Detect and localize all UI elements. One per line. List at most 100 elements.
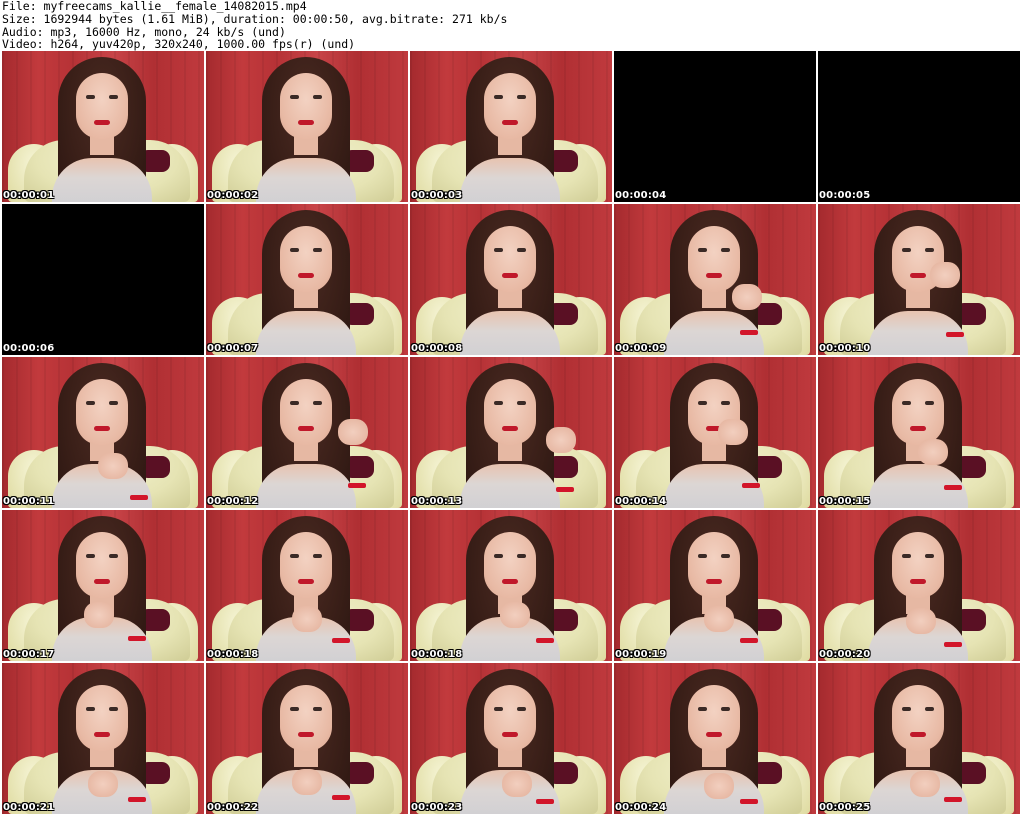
thumbnail-eye-r xyxy=(109,401,118,405)
video-thumbnail: 00:00:11 xyxy=(2,357,204,508)
thumbnail-lips xyxy=(910,732,926,737)
thumbnail-hand xyxy=(292,606,322,632)
thumbnail-lips xyxy=(502,426,518,431)
thumbnail-face xyxy=(76,73,128,139)
thumbnail-hand xyxy=(88,771,118,797)
file-info-header: File: myfreecams_kallie__female_14082015… xyxy=(2,0,1022,51)
file-name-line: File: myfreecams_kallie__female_14082015… xyxy=(2,0,307,13)
thumbnail-bracelet xyxy=(556,487,574,492)
thumbnail-eye-r xyxy=(925,248,934,252)
thumbnail-bracelet xyxy=(128,797,146,802)
thumbnail-face xyxy=(280,226,332,292)
timestamp-label: 00:00:18 xyxy=(207,649,259,660)
video-thumbnail: 00:00:24 xyxy=(614,663,816,814)
thumbnail-bracelet xyxy=(740,330,758,335)
thumbnail-face xyxy=(484,532,536,598)
thumbnail-hand xyxy=(84,602,114,628)
timestamp-label: 00:00:13 xyxy=(411,496,463,507)
thumbnail-bracelet xyxy=(740,638,758,643)
timestamp-label: 00:00:01 xyxy=(3,190,55,201)
thumbnail-lips xyxy=(298,732,314,737)
thumbnail-bracelet xyxy=(536,638,554,643)
thumbnail-eye-l xyxy=(290,707,299,711)
thumbnail-eye-r xyxy=(721,248,730,252)
thumbnail-face xyxy=(484,685,536,751)
thumbnail-eye-r xyxy=(109,554,118,558)
timestamp-label: 00:00:23 xyxy=(411,802,463,813)
timestamp-label: 00:00:12 xyxy=(207,496,259,507)
file-size-line: Size: 1692944 bytes (1.61 MiB), duration… xyxy=(2,11,508,26)
timestamp-label: 00:00:21 xyxy=(3,802,55,813)
video-info-line: Video: h264, yuv420p, 320x240, 1000.00 f… xyxy=(2,37,356,52)
thumbnail-face xyxy=(76,685,128,751)
timestamp-label: 00:00:10 xyxy=(819,343,871,354)
thumbnail-lips xyxy=(298,426,314,431)
thumbnail-lips xyxy=(706,273,722,278)
thumbnail-eye-l xyxy=(494,707,503,711)
thumbnail-hand xyxy=(718,419,748,445)
video-thumbnail: 00:00:19 xyxy=(614,510,816,661)
thumbnail-hand xyxy=(930,262,960,288)
thumbnail-hand xyxy=(338,419,368,445)
thumbnail-eye-l xyxy=(86,554,95,558)
thumbnail-face xyxy=(280,685,332,751)
thumbnail-eye-r xyxy=(721,554,730,558)
thumbnail-eye-r xyxy=(313,707,322,711)
video-thumbnail: 00:00:03 xyxy=(410,51,612,202)
thumbnail-bracelet xyxy=(944,642,962,647)
thumbnail-eye-l xyxy=(86,401,95,405)
thumbnail-face xyxy=(280,73,332,139)
video-thumbnail: 00:00:18 xyxy=(410,510,612,661)
thumbnail-face xyxy=(280,379,332,445)
thumbnail-eye-l xyxy=(290,95,299,99)
video-thumbnail: 00:00:07 xyxy=(206,204,408,355)
thumbnail-eye-r xyxy=(925,707,934,711)
thumbnail-eye-l xyxy=(902,707,911,711)
thumbnail-bracelet xyxy=(944,797,962,802)
thumbnail-lips xyxy=(94,120,110,125)
thumbnail-eye-r xyxy=(721,707,730,711)
video-thumbnail: 00:00:15 xyxy=(818,357,1020,508)
video-thumbnail: 00:00:09 xyxy=(614,204,816,355)
video-thumbnail: 00:00:21 xyxy=(2,663,204,814)
thumbnail-lips xyxy=(502,120,518,125)
thumbnail-hand xyxy=(704,773,734,799)
video-thumbnail: 00:00:01 xyxy=(2,51,204,202)
thumbnail-eye-r xyxy=(109,707,118,711)
thumbnail-face xyxy=(892,685,944,751)
thumbnail-bracelet xyxy=(946,332,964,337)
thumbnail-eye-l xyxy=(290,401,299,405)
thumbnail-lips xyxy=(910,273,926,278)
thumbnail-bracelet xyxy=(348,483,366,488)
thumbnail-hand xyxy=(500,602,530,628)
thumbnail-face xyxy=(76,379,128,445)
thumbnail-face xyxy=(484,379,536,445)
timestamp-label: 00:00:17 xyxy=(3,649,55,660)
thumbnail-face xyxy=(76,532,128,598)
thumbnail-lips xyxy=(502,579,518,584)
timestamp-label: 00:00:09 xyxy=(615,343,667,354)
thumbnail-hand xyxy=(292,769,322,795)
thumbnail-bracelet xyxy=(128,636,146,641)
video-thumbnail: 00:00:10 xyxy=(818,204,1020,355)
video-thumbnail: 00:00:14 xyxy=(614,357,816,508)
thumbnail-eye-l xyxy=(86,95,95,99)
thumbnail-eye-r xyxy=(517,401,526,405)
thumbnail-hand xyxy=(704,606,734,632)
video-thumbnail: 00:00:20 xyxy=(818,510,1020,661)
thumbnail-hand xyxy=(546,427,576,453)
thumbnail-lips xyxy=(502,273,518,278)
thumbnail-eye-r xyxy=(517,554,526,558)
thumbnail-face xyxy=(280,532,332,598)
thumbnail-lips xyxy=(910,579,926,584)
thumbnail-eye-l xyxy=(494,554,503,558)
thumbnail-eye-l xyxy=(698,401,707,405)
thumbnail-eye-l xyxy=(290,554,299,558)
thumbnail-lips xyxy=(706,579,722,584)
thumbnail-bracelet xyxy=(740,799,758,804)
thumbnail-face xyxy=(688,532,740,598)
thumbnail-lips xyxy=(706,732,722,737)
thumbnail-eye-r xyxy=(313,401,322,405)
timestamp-label: 00:00:25 xyxy=(819,802,871,813)
thumbnail-face xyxy=(892,532,944,598)
